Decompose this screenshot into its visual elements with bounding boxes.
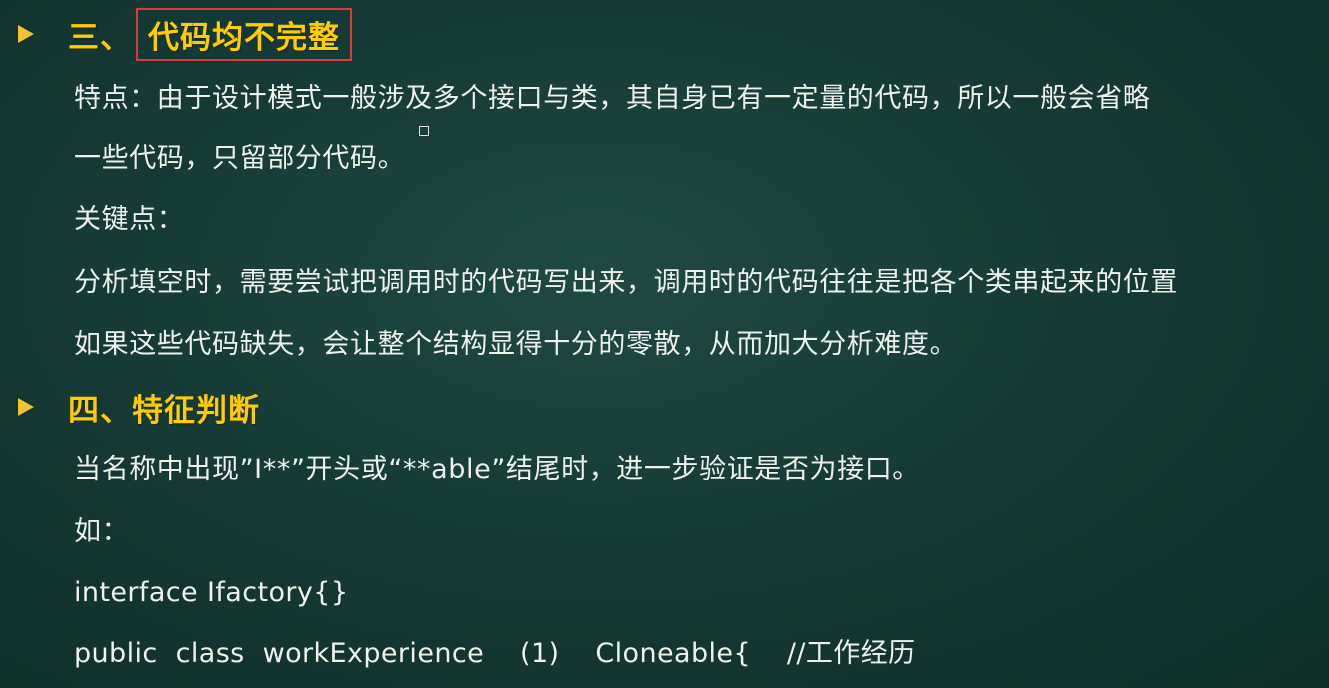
- section-3-heading: 三、 代码均不完整: [18, 7, 352, 61]
- code-line-interface: interface Ifactory{}: [74, 577, 349, 608]
- section-4-example-label: 如：: [74, 516, 130, 547]
- slide: 三、 代码均不完整 特点：由于设计模式一般涉及多个接口与类，其自身已有一定量的代…: [0, 0, 1329, 688]
- section-3-line-1: 特点：由于设计模式一般涉及多个接口与类，其自身已有一定量的代码，所以一般会省略: [74, 83, 1151, 114]
- section-4-title: 四、特征判断: [68, 392, 260, 429]
- arrow-bullet-icon: [18, 25, 34, 43]
- section-3-line-4: 分析填空时，需要尝试把调用时的代码写出来，调用时的代码往往是把各个类串起来的位置: [74, 267, 1178, 298]
- section-3-heading-text: 三、 代码均不完整: [68, 7, 352, 61]
- section-3-prefix: 三、: [68, 19, 132, 56]
- section-4-heading: 四、特征判断: [18, 383, 260, 431]
- section-3-line-5: 如果这些代码缺失，会让整个结构显得十分的零散，从而加大分析难度。: [74, 329, 958, 360]
- section-3-key-points-label: 关键点：: [74, 204, 185, 235]
- small-square-icon: [419, 126, 429, 136]
- section-4-line-1: 当名称中出现”I**”开头或“**able”结尾时，进一步验证是否为接口。: [74, 454, 920, 485]
- code-line-class: public class workExperience (1) Cloneabl…: [74, 638, 916, 669]
- section-3-title-highlight: 代码均不完整: [136, 7, 352, 61]
- arrow-bullet-icon: [18, 398, 34, 416]
- section-3-line-2: 一些代码，只留部分代码。: [74, 143, 406, 174]
